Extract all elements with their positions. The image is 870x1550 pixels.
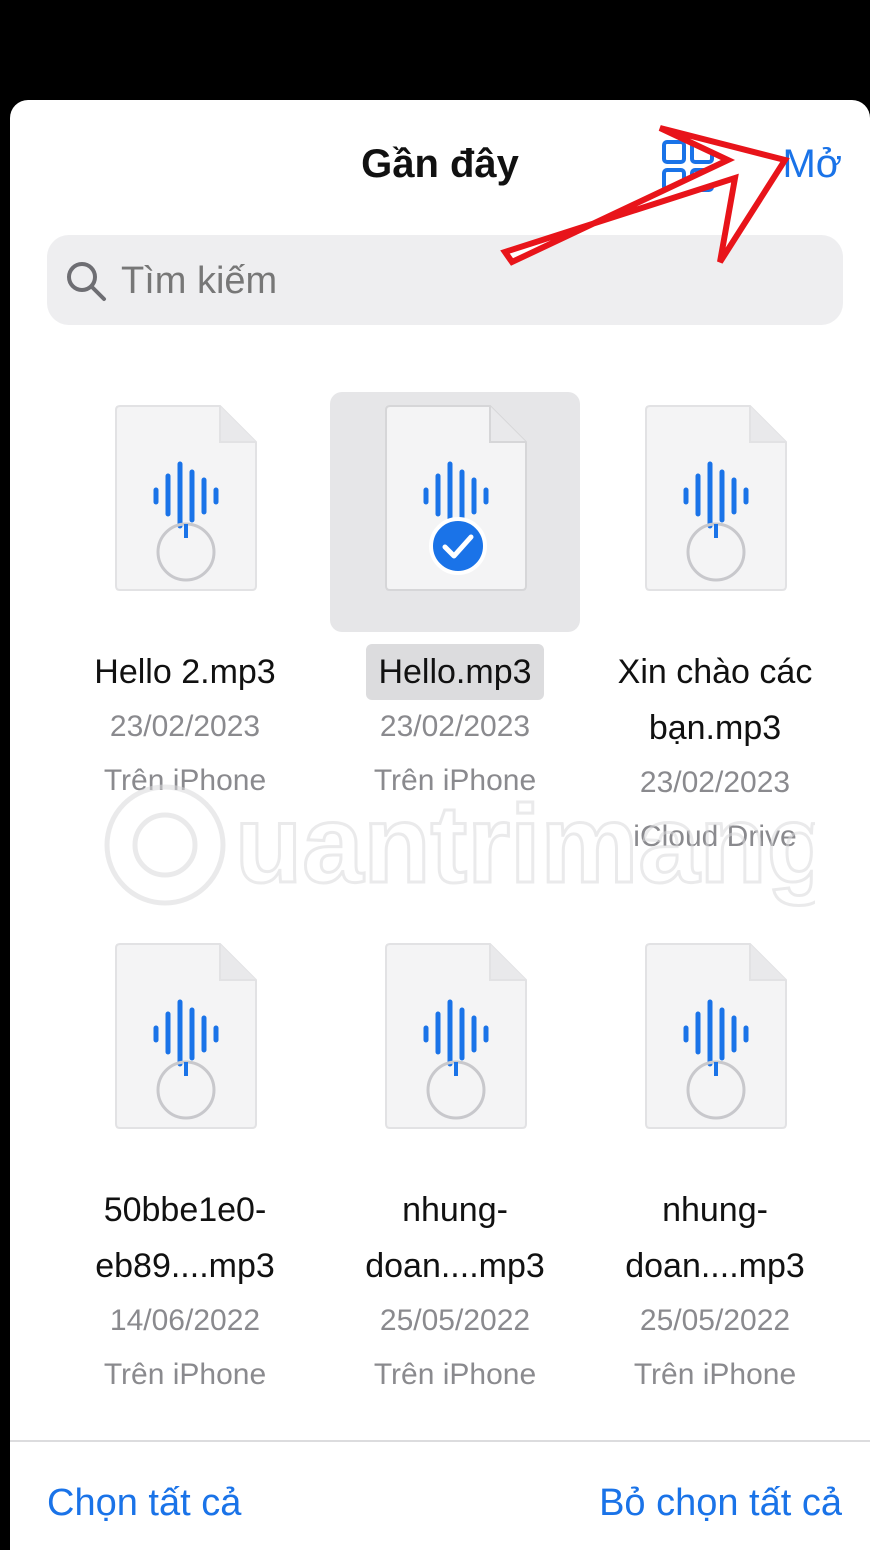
file-date: 14/06/2022	[109, 1304, 261, 1337]
file-name-line-1: nhung-	[402, 1191, 508, 1229]
file-name-line-1: 50bbe1e0-	[103, 1191, 267, 1229]
file-date: 23/02/2023	[379, 710, 531, 743]
file-item-xin-chao[interactable]: Xin chào các bạn.mp3 23/02/2023 iCloud D…	[590, 392, 840, 853]
file-name-line-2: doan....mp3	[365, 1247, 545, 1285]
file-name-line-2: bạn.mp3	[648, 709, 782, 747]
header: Gần đây Mở	[10, 100, 870, 230]
page-title: Gần đây	[361, 142, 519, 186]
file-name: Hello.mp3	[366, 644, 544, 700]
file-date: 25/05/2022	[639, 1304, 791, 1337]
file-item-nhung-doan-2[interactable]: nhung- doan....mp3 25/05/2022 Trên iPhon…	[590, 930, 840, 1391]
file-picker-sheet: Gần đây Mở Tìm kiếm Hello 2.mp3 23/02/20…	[10, 100, 870, 1550]
file-location: Trên iPhone	[103, 1358, 267, 1391]
file-date: 23/02/2023	[109, 710, 261, 743]
open-button[interactable]: Mở	[782, 142, 842, 187]
file-item-hello[interactable]: Hello.mp3 23/02/2023 Trên iPhone	[330, 392, 580, 822]
audio-file-icon	[385, 943, 527, 1129]
file-location: Trên iPhone	[633, 1358, 797, 1391]
audio-file-icon	[115, 943, 257, 1129]
file-item-nhung-doan-1[interactable]: nhung- doan....mp3 25/05/2022 Trên iPhon…	[330, 930, 580, 1391]
checkmark-circle-icon	[429, 517, 487, 575]
file-location: Trên iPhone	[373, 764, 537, 797]
file-name: Hello 2.mp3	[94, 653, 276, 691]
footer-toolbar: Chọn tất cả Bỏ chọn tất cả	[10, 1440, 870, 1550]
file-name-line-2: eb89....mp3	[95, 1247, 275, 1285]
search-icon	[67, 262, 106, 301]
grid-view-icon[interactable]	[660, 138, 716, 194]
select-all-button[interactable]: Chọn tất cả	[47, 1482, 241, 1525]
file-location: iCloud Drive	[633, 820, 797, 853]
file-date: 25/05/2022	[379, 1304, 531, 1337]
file-item-50bbe1e0[interactable]: 50bbe1e0- eb89....mp3 14/06/2022 Trên iP…	[60, 930, 310, 1391]
file-location: Trên iPhone	[373, 1358, 537, 1391]
screen-bezel	[0, 0, 10, 1550]
file-location: Trên iPhone	[103, 764, 267, 797]
search-bar[interactable]	[47, 235, 843, 325]
file-name-line-1: nhung-	[662, 1191, 768, 1229]
file-date: 23/02/2023	[639, 766, 791, 799]
selection-highlight	[330, 392, 580, 632]
file-item-hello-2[interactable]: Hello 2.mp3 23/02/2023 Trên iPhone	[60, 392, 310, 822]
search-input[interactable]	[119, 253, 813, 309]
file-name-line-2: doan....mp3	[625, 1247, 805, 1285]
audio-file-icon	[115, 405, 257, 591]
audio-file-icon	[645, 405, 787, 591]
file-name-line-1: Xin chào các	[617, 653, 813, 691]
audio-file-icon	[645, 943, 787, 1129]
deselect-all-button[interactable]: Bỏ chọn tất cả	[599, 1482, 842, 1525]
